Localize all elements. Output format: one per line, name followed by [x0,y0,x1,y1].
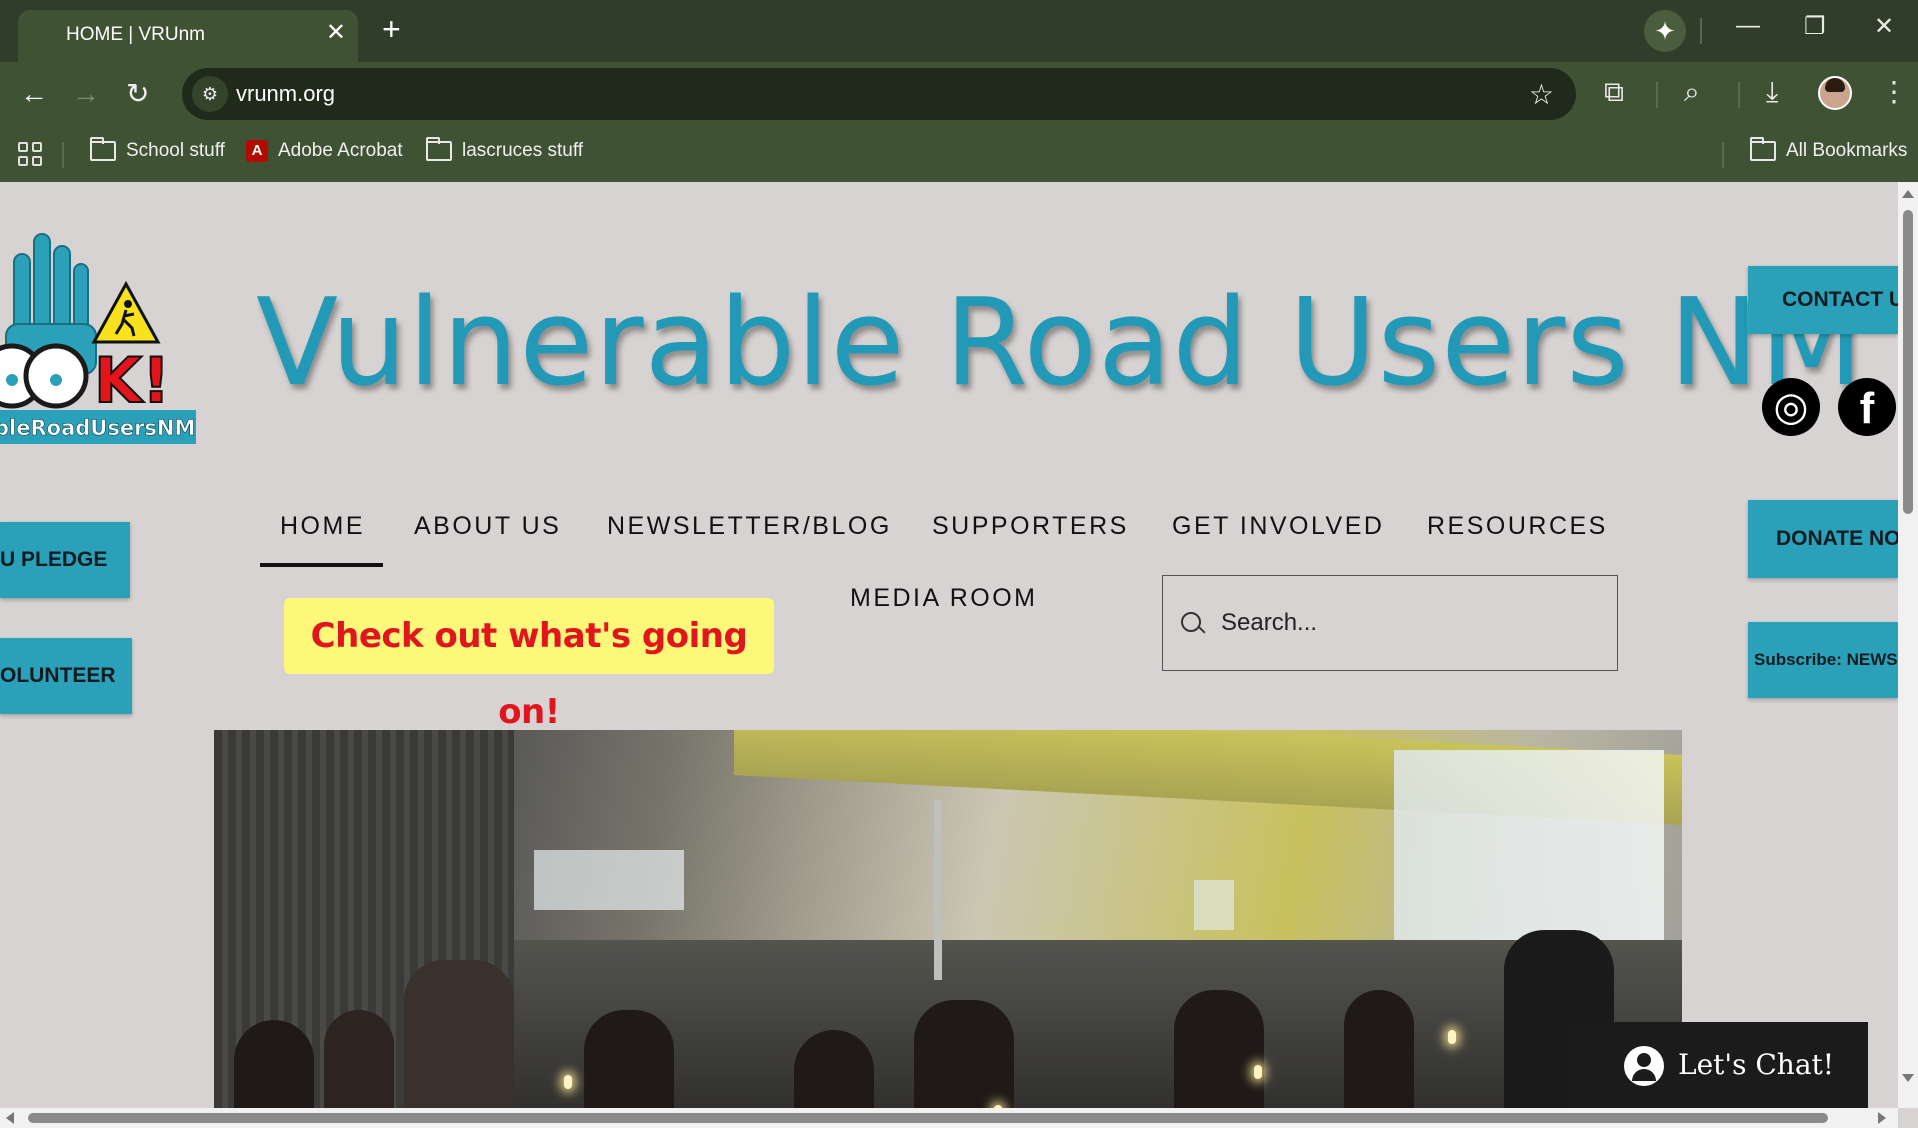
minimize-icon[interactable]: — [1736,12,1760,40]
bookmarks-divider [62,142,64,168]
browser-menu-icon[interactable]: ⋮ [1880,78,1908,106]
site-info-icon[interactable]: ⚙ [192,76,228,112]
nav-home[interactable]: HOME [260,512,383,567]
restore-icon[interactable]: ❐ [1804,12,1826,41]
site-logo[interactable]: K! bleRoadUsersNM [0,224,196,444]
bookmark-school-stuff[interactable]: School stuff [90,137,225,162]
bookmark-star-icon[interactable]: ☆ [1529,78,1554,111]
hero-candle [1254,1065,1262,1079]
site-search[interactable] [1162,575,1618,671]
nav-newsletter-blog[interactable]: NEWSLETTER/BLOG [607,512,892,541]
apps-grid-icon[interactable] [18,142,42,166]
hero-person [794,1030,874,1108]
search-input[interactable] [1219,604,1603,642]
horizontal-scrollbar[interactable] [0,1108,1898,1128]
scroll-left-icon[interactable] [6,1112,14,1124]
horizontal-scroll-thumb[interactable] [28,1113,1828,1123]
hero-person [234,1020,314,1108]
hero-person [1344,990,1414,1108]
subscribe-newsletter-button[interactable]: Subscribe: NEWSLETTER [1748,622,1898,698]
nav-about-us[interactable]: ABOUT US [414,512,561,541]
hero-person [324,1010,394,1108]
tab-search-icon[interactable]: ⌕ [1684,78,1700,106]
hero-pole [934,800,942,980]
web-page: K! bleRoadUsersNM Vulnerable Road Users … [0,182,1898,1108]
contact-us-button[interactable]: CONTACT US [1748,266,1898,334]
hero-person [1174,990,1264,1108]
facebook-glyph: f [1859,384,1875,433]
all-bookmarks-label: All Bookmarks [1786,140,1908,161]
window-controls-divider [1700,18,1702,44]
volunteer-button[interactable]: OLUNTEER [0,638,132,714]
bookmark-label: Adobe Acrobat [278,140,403,161]
download-icon[interactable]: ⤓ [1766,78,1778,106]
instagram-icon[interactable]: ◎ [1762,378,1820,436]
hero-window [1194,880,1234,930]
toolbar-divider [1656,82,1658,108]
window-close-icon[interactable]: ✕ [1874,12,1894,41]
bookmarks-divider [1722,142,1724,168]
site-title: Vulnerable Road Users NM [256,274,1865,413]
hero-candle [564,1075,572,1089]
hero-photo [214,730,1682,1108]
scroll-up-icon[interactable] [1902,190,1914,198]
bookmarks-bar: School stuff A Adobe Acrobat lascruces s… [0,128,1918,182]
bookmark-lascruces-stuff[interactable]: lascruces stuff [426,137,584,162]
browser-chrome: HOME | VRUnm ✕ + ✦ — ❐ ✕ ← → ↻ ⚙ vrunm.o… [0,0,1918,182]
folder-icon [426,137,452,161]
back-icon[interactable]: ← [20,80,48,108]
scroll-right-icon[interactable] [1878,1112,1886,1124]
profile-avatar[interactable] [1818,76,1852,110]
gemini-icon[interactable]: ✦ [1644,10,1686,52]
logo-bang-text: K! [94,344,170,417]
tab-title: HOME | VRUnm [66,24,206,45]
nav-media-room[interactable]: MEDIA ROOM [850,584,1038,613]
lets-chat-widget[interactable]: Let's Chat! [1568,1022,1868,1108]
nav-supporters[interactable]: SUPPORTERS [932,512,1129,541]
vertical-scrollbar[interactable] [1898,182,1918,1108]
bookmark-label: lascruces stuff [462,140,584,161]
all-bookmarks-button[interactable]: All Bookmarks [1750,137,1908,162]
new-tab-button[interactable]: + [382,13,401,45]
hero-candle [1448,1030,1456,1044]
search-icon [1181,612,1201,632]
scroll-down-icon[interactable] [1902,1074,1914,1082]
instagram-glyph: ◎ [1773,385,1809,429]
whats-going-on-button[interactable]: Check out what's going on! [284,598,774,732]
forward-icon[interactable]: → [72,80,100,108]
nav-get-involved[interactable]: GET INVOLVED [1172,512,1384,541]
folder-icon [1750,137,1776,161]
tab-close-icon[interactable]: ✕ [326,20,346,46]
hero-person [404,960,514,1108]
bookmark-label: School stuff [126,140,225,161]
reload-icon[interactable]: ↻ [126,80,149,108]
vertical-scroll-thumb[interactable] [1903,210,1913,514]
nav-resources[interactable]: RESOURCES [1427,512,1608,541]
hero-window [1394,750,1664,950]
hero-person [914,1000,1014,1108]
toolbar-divider [1738,82,1740,108]
chat-avatar-icon [1624,1046,1664,1086]
address-bar[interactable]: ⚙ vrunm.org ☆ [182,68,1576,120]
hero-window [534,850,684,910]
chat-label: Let's Chat! [1678,1048,1835,1081]
pledge-button[interactable]: U PLEDGE [0,522,130,598]
donate-now-button[interactable]: DONATE NOW [1748,500,1898,578]
browser-toolbar: ← → ↻ ⚙ vrunm.org ☆ ⧉ ⌕ ⤓ ⋮ [0,62,1918,128]
url-text[interactable]: vrunm.org [236,81,335,107]
logo-text: bleRoadUsersNM [0,416,195,440]
bookmark-adobe-acrobat[interactable]: A Adobe Acrobat [246,140,403,162]
hero-person [584,1010,674,1108]
facebook-icon[interactable]: f [1838,378,1896,436]
extensions-icon[interactable]: ⧉ [1604,78,1624,106]
browser-tab-active[interactable]: HOME | VRUnm ✕ [18,10,358,62]
folder-icon [90,137,116,161]
acrobat-icon: A [246,140,268,162]
